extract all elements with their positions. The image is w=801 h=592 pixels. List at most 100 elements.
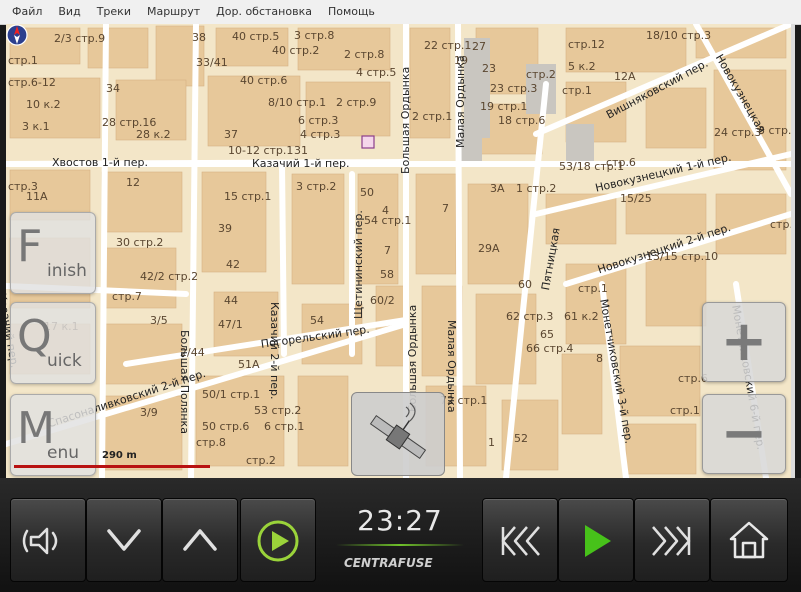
- house-label: 34: [106, 82, 120, 95]
- next-track-button[interactable]: [634, 498, 710, 582]
- home-icon: [729, 521, 769, 559]
- house-label: 51А: [238, 358, 260, 371]
- house-label: 28 к.2: [136, 128, 171, 141]
- map-scrollbar[interactable]: [791, 24, 795, 478]
- volume-button[interactable]: [10, 498, 86, 582]
- menu-traffic[interactable]: Дор. обстановка: [208, 0, 320, 24]
- fast-forward-icon: [652, 526, 691, 556]
- house-label: 2 стр.9: [336, 96, 377, 109]
- house-label: стр.6: [606, 156, 636, 169]
- house-label: 50: [360, 186, 374, 199]
- street-label: Казачий 2-й пер.: [268, 302, 281, 400]
- brand-logo: CENTRAFUSE: [344, 556, 433, 570]
- house-label: 38: [192, 31, 206, 44]
- house-label: 11А: [26, 190, 48, 203]
- quick-button-rest: uick: [47, 351, 82, 371]
- menu-view[interactable]: Вид: [50, 0, 88, 24]
- chevron-up-icon: [183, 529, 217, 551]
- house-label: 40 стр.5: [232, 30, 280, 43]
- menu-tracks[interactable]: Треки: [89, 0, 139, 24]
- chevron-down-icon: [107, 529, 141, 551]
- house-label: 4 стр.3: [300, 128, 341, 141]
- home-button[interactable]: [710, 498, 788, 582]
- house-label: 29А: [478, 242, 500, 255]
- house-label: 15 стр.1: [224, 190, 272, 203]
- house-label: 54: [310, 314, 324, 327]
- house-label: 2 стр.1: [412, 110, 453, 123]
- previous-track-button[interactable]: [482, 498, 558, 582]
- clock-underline: [336, 544, 464, 546]
- house-label: 54 стр.1: [364, 214, 412, 227]
- street-label: Хвостов 1-й пер.: [52, 156, 148, 169]
- house-label: 42/2 стр.2: [140, 270, 199, 283]
- house-label: 10-12 стр.1: [228, 144, 294, 157]
- house-label: 3/5: [150, 314, 168, 327]
- street-label: Большая Ордынка: [399, 66, 412, 174]
- house-label: 62 стр.3: [506, 310, 554, 323]
- compass-icon[interactable]: [6, 24, 28, 46]
- house-label: 23 стр.3: [490, 82, 538, 95]
- house-label: 50/1 стр.1: [202, 388, 261, 401]
- zoom-out-label: −: [720, 401, 768, 466]
- clock: 23:27: [357, 504, 443, 537]
- house-label: 33/41: [196, 56, 228, 69]
- scroll-up-button[interactable]: [162, 498, 238, 582]
- gps-button[interactable]: [351, 392, 445, 476]
- house-label: 18/10 стр.3: [646, 29, 712, 42]
- zoom-in-button[interactable]: +: [702, 302, 786, 382]
- house-label: 27: [472, 40, 486, 53]
- house-label: 3 стр.8: [294, 29, 335, 42]
- house-label: 60/2: [370, 294, 395, 307]
- menu-file[interactable]: Файл: [0, 0, 50, 24]
- scroll-down-button[interactable]: [86, 498, 162, 582]
- house-label: 39: [218, 222, 232, 235]
- house-label: 23: [482, 62, 496, 75]
- house-label: 19 стр.1: [480, 100, 528, 113]
- play-button[interactable]: [558, 498, 634, 582]
- scale-bar: 290 m: [14, 450, 210, 468]
- house-label: 1: [488, 436, 495, 449]
- finish-button[interactable]: F inish: [10, 212, 96, 294]
- house-label: 42: [226, 258, 240, 271]
- quick-button[interactable]: Q uick: [10, 302, 96, 384]
- house-label: 40 стр.2: [272, 44, 320, 57]
- house-label: 12А: [614, 70, 636, 83]
- house-label: 61 к.2: [564, 310, 599, 323]
- speaker-icon: [22, 527, 58, 555]
- house-label: 3 стр.2: [296, 180, 337, 193]
- house-label: 2 стр.8: [344, 48, 385, 61]
- house-label: стр.2: [246, 454, 276, 467]
- scale-label: 290 m: [102, 450, 137, 461]
- house-label: 52: [514, 432, 528, 445]
- house-label: 44: [224, 294, 238, 307]
- menu-bar: Файл Вид Треки Маршрут Дор. обстановка П…: [0, 0, 801, 25]
- house-label: 8/10 стр.1: [268, 96, 327, 109]
- house-label: 1 стр.2: [516, 182, 557, 195]
- street-label: Малая Ордынка: [445, 320, 458, 413]
- house-label: 18 стр.6: [498, 114, 546, 127]
- finish-button-initial: F: [17, 221, 43, 272]
- house-label: 66 стр.4: [526, 342, 574, 355]
- house-label: 30 стр.2: [116, 236, 164, 249]
- house-label: 3/9: [140, 406, 158, 419]
- menu-route[interactable]: Маршрут: [139, 0, 208, 24]
- house-label: 47/1: [218, 318, 243, 331]
- menu-help[interactable]: Помощь: [320, 0, 383, 24]
- house-label: 58: [380, 268, 394, 281]
- house-label: 37: [224, 128, 238, 141]
- house-label: 7: [384, 244, 391, 257]
- scale-line: [14, 465, 210, 468]
- zoom-out-button[interactable]: −: [702, 394, 786, 474]
- house-label: стр.1: [670, 404, 700, 417]
- navigation-play-button[interactable]: [240, 498, 316, 582]
- house-label: 6 стр.1: [264, 420, 305, 433]
- play-icon: [585, 525, 611, 557]
- house-label: 12: [126, 176, 140, 189]
- play-circle-icon: [257, 520, 299, 562]
- map-view[interactable]: 2/3 стр.9 38 40 стр.5 3 стр.8 22 стр.1 27 стр.…: [6, 24, 795, 478]
- house-label: стр.2: [526, 68, 556, 81]
- house-label: 4 стр.5: [356, 66, 397, 79]
- house-label: стр.8: [196, 436, 226, 449]
- house-label: 6 стр.3: [298, 114, 339, 127]
- house-label: 31: [294, 144, 308, 157]
